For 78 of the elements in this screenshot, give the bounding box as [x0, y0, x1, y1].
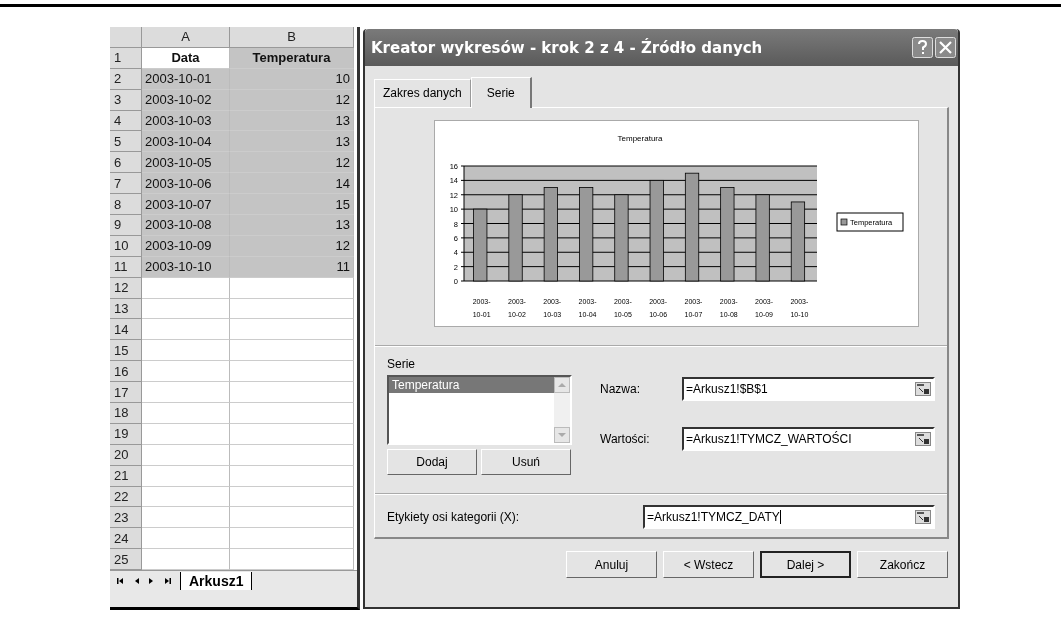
- row-header[interactable]: 9: [110, 215, 142, 236]
- collapse-dialog-icon[interactable]: [915, 432, 931, 446]
- next-sheet-icon[interactable]: [148, 577, 155, 586]
- remove-button[interactable]: Usuń: [481, 449, 571, 475]
- input-field[interactable]: =Arkusz1!TYMCZ_DATY: [643, 505, 935, 529]
- table-cell: 12: [230, 235, 354, 257]
- row-header[interactable]: 1: [110, 47, 142, 69]
- table-cell: Temperatura: [230, 47, 354, 69]
- tab[interactable]: Serie: [470, 77, 532, 108]
- table-cell: Data: [142, 47, 230, 69]
- table-cell: 2003-10-03: [142, 110, 230, 132]
- row-header[interactable]: 22: [110, 486, 142, 508]
- tab[interactable]: Zakres danych: [374, 79, 471, 107]
- chart-title: Temperatura: [617, 134, 662, 143]
- series-list[interactable]: Temperatura: [387, 375, 572, 445]
- row-header[interactable]: 10: [110, 235, 142, 257]
- row-header[interactable]: 7: [110, 173, 142, 195]
- field-label: Nazwa:: [600, 382, 641, 396]
- table-cell: 2003-10-07: [142, 194, 230, 215]
- table-cell: 12: [230, 152, 354, 174]
- row-header[interactable]: 23: [110, 507, 142, 529]
- table-cell: 11: [230, 256, 354, 278]
- add-button[interactable]: Dodaj: [387, 449, 477, 475]
- row-header[interactable]: 13: [110, 298, 142, 320]
- row-header[interactable]: 2: [110, 68, 142, 90]
- table-cell: 13: [230, 110, 354, 132]
- previous-sheet-icon[interactable]: [133, 577, 140, 586]
- row-header[interactable]: 5: [110, 131, 142, 153]
- column-header[interactable]: B: [230, 27, 354, 48]
- collapse-dialog-icon[interactable]: [915, 510, 931, 524]
- row-header[interactable]: 18: [110, 403, 142, 424]
- help-icon[interactable]: [912, 37, 933, 58]
- row-header[interactable]: 14: [110, 319, 142, 341]
- table-cell: 2003-10-06: [142, 173, 230, 195]
- field-label: Wartości:: [600, 432, 651, 446]
- row-header[interactable]: 19: [110, 423, 142, 445]
- table-cell: 2003-10-10: [142, 256, 230, 278]
- row-header[interactable]: 6: [110, 152, 142, 174]
- window-title: Kreator wykresów - krok 2 z 4 - Źródło danych: [371, 38, 763, 57]
- row-header[interactable]: 11: [110, 256, 142, 278]
- table-cell: 2003-10-08: [142, 215, 230, 236]
- last-sheet-icon[interactable]: [163, 577, 172, 586]
- collapse-dialog-icon[interactable]: [915, 382, 931, 396]
- dialog-button[interactable]: < Wstecz: [663, 551, 754, 578]
- table-cell: 2003-10-04: [142, 131, 230, 153]
- row-header[interactable]: 21: [110, 465, 142, 487]
- table-cell: 2003-10-09: [142, 235, 230, 257]
- row-header[interactable]: 16: [110, 361, 142, 383]
- row-header[interactable]: 24: [110, 528, 142, 550]
- row-header[interactable]: 20: [110, 444, 142, 466]
- series-item[interactable]: Temperatura: [389, 377, 554, 393]
- row-header[interactable]: 12: [110, 277, 142, 299]
- sheet-tab[interactable]: Arkusz1: [180, 572, 253, 591]
- series-label: Serie: [387, 357, 416, 371]
- row-header[interactable]: 25: [110, 549, 142, 571]
- input-field[interactable]: =Arkusz1!$B$1: [682, 377, 935, 401]
- table-cell: 14: [230, 173, 354, 195]
- row-header[interactable]: 17: [110, 382, 142, 404]
- column-header[interactable]: A: [142, 27, 230, 48]
- table-cell: 15: [230, 194, 354, 215]
- table-cell: 2003-10-05: [142, 152, 230, 174]
- dialog-button[interactable]: Anuluj: [566, 551, 657, 578]
- dialog-button[interactable]: Zakończ: [857, 551, 948, 578]
- table-cell: 10: [230, 68, 354, 90]
- table-cell: 2003-10-01: [142, 68, 230, 90]
- row-header[interactable]: 15: [110, 340, 142, 362]
- row-header[interactable]: 4: [110, 110, 142, 132]
- close-icon[interactable]: [935, 37, 956, 58]
- table-cell: 13: [230, 131, 354, 153]
- table-cell: 2003-10-02: [142, 89, 230, 111]
- first-sheet-icon[interactable]: [116, 577, 125, 586]
- row-header[interactable]: 3: [110, 89, 142, 111]
- field-label: Etykiety osi kategorii (X):: [387, 510, 521, 524]
- row-header[interactable]: 8: [110, 194, 142, 215]
- input-field[interactable]: =Arkusz1!TYMCZ_WARTOŚCI: [682, 427, 935, 451]
- table-cell: 12: [230, 89, 354, 111]
- dialog-button[interactable]: Dalej >: [760, 551, 851, 578]
- table-cell: 13: [230, 215, 354, 236]
